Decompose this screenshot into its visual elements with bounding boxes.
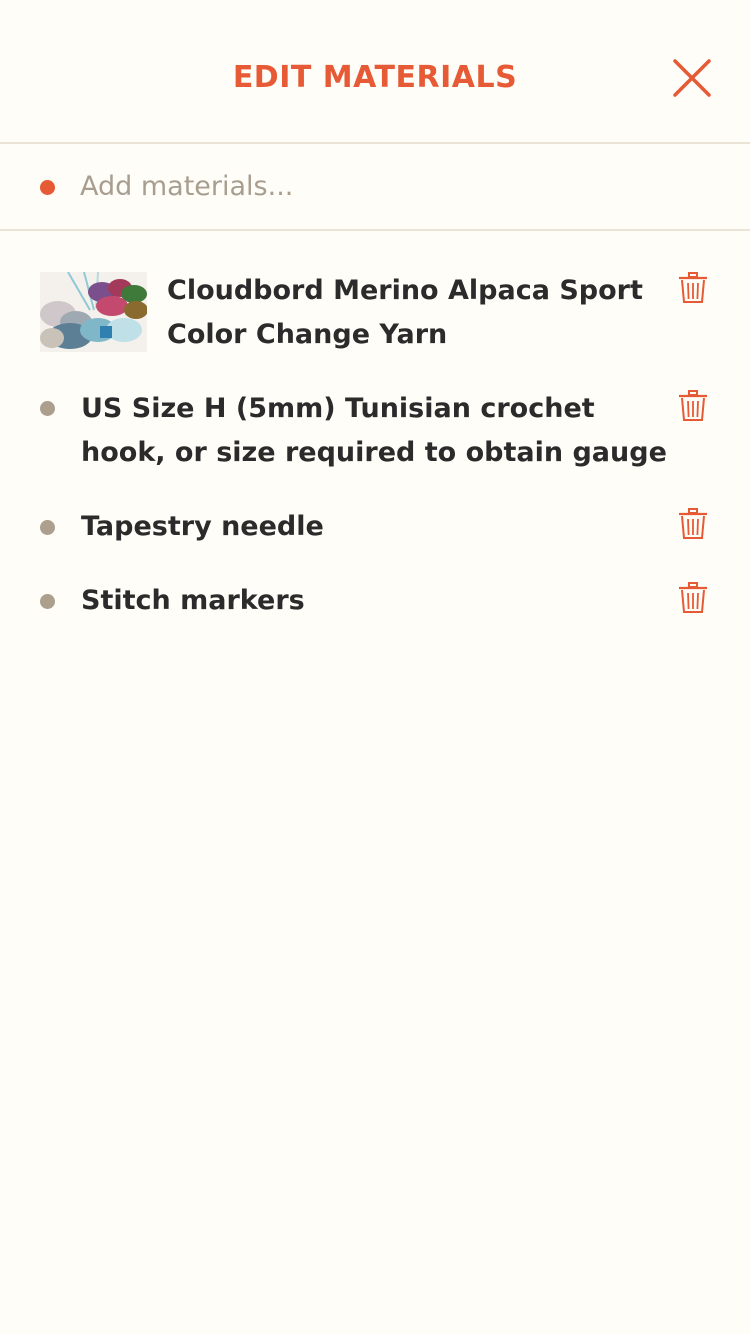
material-item: Stitch markers xyxy=(0,582,750,626)
material-name-line1: Cloudbord Merino Alpaca Sport xyxy=(167,275,643,306)
page-title: EDIT MATERIALS xyxy=(232,60,518,95)
close-icon xyxy=(673,59,711,97)
material-name-line1: Tapestry needle xyxy=(81,511,324,542)
trash-icon xyxy=(679,272,707,303)
material-item: Cloudbord Merino Alpaca Sport Color Chan… xyxy=(0,272,750,356)
yarn-skeins-photo xyxy=(40,272,147,352)
material-name-line2: Color Change Yarn xyxy=(167,319,448,350)
bullet-dot xyxy=(40,520,55,535)
delete-material-button[interactable] xyxy=(678,272,708,304)
trash-icon xyxy=(679,390,707,421)
trash-icon xyxy=(679,582,707,613)
material-item: Tapestry needle xyxy=(0,508,750,552)
trash-icon xyxy=(679,508,707,539)
add-bullet-dot xyxy=(40,180,55,195)
delete-material-button[interactable] xyxy=(678,390,708,422)
delete-material-button[interactable] xyxy=(678,582,708,614)
delete-material-button[interactable] xyxy=(678,508,708,540)
material-name-line2: hook, or size required to obtain gauge xyxy=(81,437,667,468)
material-name-line1: US Size H (5mm) Tunisian crochet xyxy=(81,393,595,424)
bullet-dot xyxy=(40,594,55,609)
close-button[interactable] xyxy=(672,58,712,98)
material-item: US Size H (5mm) Tunisian crochet hook, o… xyxy=(0,390,750,478)
header: EDIT MATERIALS xyxy=(0,0,750,144)
yarn-thumbnail xyxy=(40,272,147,352)
add-materials-input[interactable] xyxy=(80,162,700,210)
add-materials-row xyxy=(0,144,750,231)
material-name-line1: Stitch markers xyxy=(81,585,305,616)
bullet-dot xyxy=(40,401,55,416)
